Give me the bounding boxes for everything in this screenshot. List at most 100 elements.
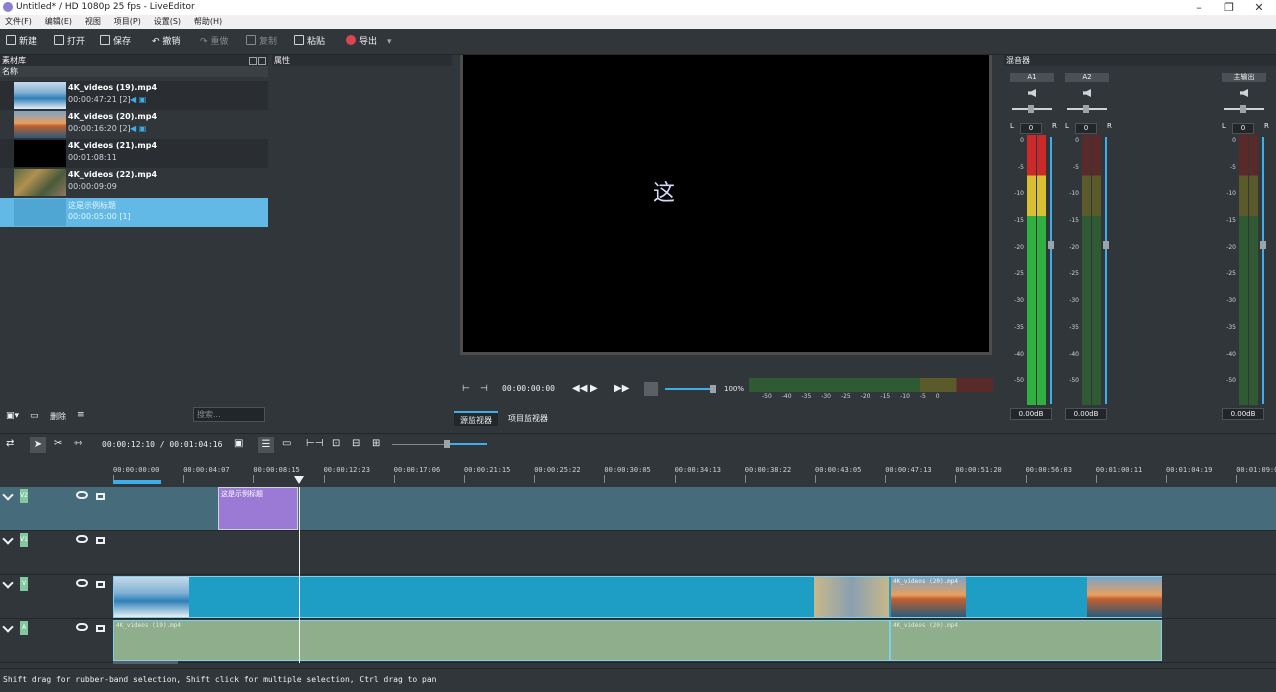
- pan-value[interactable]: 0: [1075, 123, 1097, 134]
- monitor-timecode[interactable]: 00:00:00:00: [502, 384, 555, 393]
- speaker-icon[interactable]: [1083, 89, 1091, 97]
- chevron-down-icon[interactable]: [2, 621, 14, 633]
- close-panel-icon[interactable]: [258, 57, 266, 65]
- zoom-in-icon[interactable]: ⊡: [332, 438, 340, 449]
- audio-clip[interactable]: 4K_videos (19).mp4: [113, 620, 890, 661]
- paste-button[interactable]: 粘贴: [294, 35, 325, 49]
- title-clip[interactable]: 这是示例标题: [218, 487, 298, 530]
- bin-clip[interactable]: 4K_videos (21).mp4 00:01:08:11: [0, 139, 268, 168]
- selection-tool-icon[interactable]: ➤: [30, 437, 46, 453]
- eye-icon[interactable]: [76, 491, 88, 499]
- bin-clip[interactable]: 4K_videos (19).mp4 00:00:47:21 [2] ◀ ▣: [0, 81, 268, 110]
- volume-fader[interactable]: [1050, 137, 1052, 404]
- fader-handle[interactable]: [1048, 241, 1054, 249]
- pan-handle[interactable]: [1028, 105, 1034, 113]
- track-header-v2[interactable]: V2: [0, 487, 113, 531]
- video-clip[interactable]: 4K_videos (20).mp4: [113, 576, 1162, 618]
- set-in-icon[interactable]: ⊢: [462, 384, 470, 394]
- bin-clip[interactable]: 4K_videos (20).mp4 00:00:16:20 [2] ◀ ▣: [0, 110, 268, 139]
- lock-icon[interactable]: [96, 625, 105, 632]
- add-clip-icon[interactable]: ▣▾: [6, 411, 19, 421]
- rewind-icon[interactable]: ◀◀: [572, 383, 587, 394]
- lock-icon[interactable]: [96, 493, 105, 500]
- float-panel-icon[interactable]: [249, 57, 257, 65]
- zone-bar[interactable]: [113, 480, 161, 484]
- track-header-video[interactable]: V: [0, 575, 113, 619]
- close-button[interactable]: ✕: [1244, 0, 1274, 15]
- chevron-down-icon[interactable]: [2, 533, 14, 545]
- pan-handle[interactable]: [1240, 105, 1246, 113]
- new-button[interactable]: 新建: [6, 35, 37, 49]
- delete-button[interactable]: 删除: [50, 411, 66, 422]
- menu-help[interactable]: 帮助(H): [189, 15, 227, 29]
- pan-value[interactable]: 0: [1020, 123, 1042, 134]
- folder-icon[interactable]: ▭: [30, 411, 39, 421]
- track-header-v1[interactable]: V1: [0, 531, 113, 575]
- zoom-slider[interactable]: [447, 443, 487, 445]
- lock-icon[interactable]: [96, 581, 105, 588]
- bin-column-header[interactable]: 名称: [0, 66, 268, 77]
- set-out-icon[interactable]: ⊣: [480, 384, 488, 394]
- snap-icon[interactable]: ▣: [234, 438, 243, 449]
- spacer-tool-icon[interactable]: ⇿: [74, 438, 82, 449]
- playhead-handle[interactable]: [294, 476, 304, 484]
- timeline-ruler[interactable]: 00:00:00:00 00:00:04:07 00:00:08:15 00:00:1…: [0, 457, 1276, 487]
- fast-forward-icon[interactable]: ▶▶: [614, 383, 629, 394]
- timeline-tracks[interactable]: 这是示例标题 4K_videos (20).mp4 4K_videos (19)…: [113, 487, 1276, 664]
- fit-zoom-icon[interactable]: ⊢⊣: [306, 438, 323, 449]
- pan-value[interactable]: 0: [1232, 123, 1254, 134]
- chevron-down-icon[interactable]: [2, 489, 14, 501]
- speaker-icon[interactable]: [1028, 89, 1036, 97]
- razor-tool-icon[interactable]: ✂: [54, 438, 62, 449]
- menu-file[interactable]: 文件(F): [0, 15, 37, 29]
- db-value[interactable]: 0.00dB: [1065, 408, 1107, 420]
- db-value[interactable]: 0.00dB: [1010, 408, 1052, 420]
- insert-icon[interactable]: ▭: [282, 438, 291, 449]
- speaker-icon[interactable]: [1240, 89, 1248, 97]
- eye-icon[interactable]: [76, 579, 88, 587]
- menu-view[interactable]: 视图: [80, 15, 106, 29]
- volume-slider-handle[interactable]: [710, 385, 716, 393]
- menu-project[interactable]: 项目(P): [109, 15, 146, 29]
- menu-icon[interactable]: ≡: [77, 410, 85, 420]
- track-lane[interactable]: [113, 531, 1276, 575]
- zoom-slider-handle[interactable]: [444, 440, 450, 448]
- lock-icon[interactable]: [96, 537, 105, 544]
- volume-fader[interactable]: [1262, 137, 1264, 404]
- zoom-out-icon[interactable]: ⊟: [352, 438, 360, 449]
- track-settings-icon[interactable]: ⇄: [6, 438, 14, 449]
- redo-button[interactable]: ↷ 重做: [200, 35, 228, 49]
- track-lane[interactable]: 4K_videos (19).mp4 4K_videos (20).mp4: [113, 619, 1276, 663]
- video-preview[interactable]: 这: [460, 55, 992, 355]
- menu-settings[interactable]: 设置(S): [149, 15, 186, 29]
- track-header-audio[interactable]: A: [0, 619, 113, 663]
- play-icon[interactable]: ▶: [590, 383, 598, 394]
- audio-clip[interactable]: 4K_videos (20).mp4: [890, 620, 1162, 661]
- bin-search-input[interactable]: 搜索...: [193, 407, 265, 422]
- volume-slider[interactable]: [665, 388, 713, 390]
- tab-source-monitor[interactable]: 源监视器: [454, 411, 498, 426]
- eye-icon[interactable]: [76, 535, 88, 543]
- tab-project-monitor[interactable]: 项目监视器: [502, 411, 554, 426]
- chevron-down-icon[interactable]: [2, 577, 14, 589]
- minimize-button[interactable]: –: [1184, 0, 1214, 15]
- zoom-fit-icon[interactable]: ⊞: [372, 438, 380, 449]
- save-button[interactable]: 保存: [100, 35, 131, 49]
- open-button[interactable]: 打开: [54, 35, 85, 49]
- menu-edit[interactable]: 编辑(E): [40, 15, 77, 29]
- volume-icon[interactable]: [644, 382, 658, 396]
- db-value[interactable]: 0.00dB: [1222, 408, 1264, 420]
- fader-handle[interactable]: [1103, 241, 1109, 249]
- undo-button[interactable]: ↶ 撤销: [152, 35, 180, 49]
- fader-handle[interactable]: [1260, 241, 1266, 249]
- pan-handle[interactable]: [1083, 105, 1089, 113]
- horizontal-scrollbar[interactable]: [113, 661, 178, 664]
- track-lane[interactable]: 4K_videos (20).mp4: [113, 575, 1276, 619]
- track-lane[interactable]: 这是示例标题: [113, 487, 1276, 531]
- export-button[interactable]: 导出 ▾: [346, 35, 392, 49]
- bin-clip[interactable]: 4K_videos (22).mp4 00:00:09:09: [0, 168, 268, 197]
- volume-fader[interactable]: [1105, 137, 1107, 404]
- maximize-button[interactable]: ❐: [1214, 0, 1244, 15]
- split-audio-icon[interactable]: ☰: [258, 437, 274, 453]
- copy-button[interactable]: 复制: [246, 35, 277, 49]
